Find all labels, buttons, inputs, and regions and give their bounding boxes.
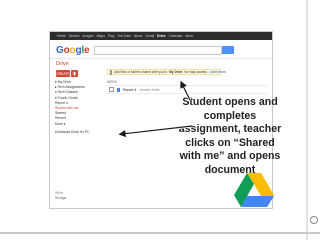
search-input[interactable] — [94, 46, 222, 55]
drive-title: Drive — [56, 61, 69, 67]
file-name[interactable]: Report 4 — [123, 88, 136, 92]
upload-icon — [72, 71, 77, 76]
instruction-callout: Student opens and completes assignment, … — [178, 96, 282, 176]
gbar-item-news[interactable]: News — [134, 34, 142, 38]
banner-text: Add files or folders shared with you to — [114, 70, 168, 74]
file-owner: Jennifer Smith — [139, 87, 160, 92]
gbar-item-images[interactable]: Images — [82, 34, 93, 38]
upload-button[interactable] — [71, 70, 78, 77]
gbar-item-profile[interactable]: +Kaite — [56, 34, 66, 38]
google-drive-logo — [234, 173, 274, 207]
slide-decor-dot — [310, 216, 318, 224]
header-divider — [50, 58, 272, 59]
gbar-item-gmail[interactable]: Gmail — [145, 34, 154, 38]
storage-info: 0% in Storage — [55, 191, 66, 200]
banner-checkbox[interactable] — [110, 69, 112, 75]
gbar-item-drive[interactable]: Drive — [157, 34, 165, 38]
slide-decor-horizontal-line — [0, 232, 320, 234]
file-list: WEEK Report 4 Jennifer Smith — [107, 79, 267, 94]
create-button[interactable]: CREATE — [56, 70, 70, 77]
search-button[interactable] — [222, 46, 234, 54]
download-drive-link[interactable]: Download Drive for PC — [55, 130, 99, 135]
file-row[interactable]: Report 4 Jennifer Smith — [107, 85, 267, 94]
gbar-item-youtube[interactable]: YouTube — [118, 34, 131, 38]
shared-items-banner: Add files or folders shared with you to … — [107, 69, 226, 75]
document-icon — [117, 87, 120, 92]
gbar-item-calendar[interactable]: Calendar — [169, 34, 183, 38]
gbar-item-play[interactable]: Play — [108, 34, 115, 38]
storage-label: Storage — [55, 195, 67, 200]
drive-sidebar: ▾ My Drive ▸ Tech Assignments ▾ Tech Cla… — [55, 80, 99, 135]
sidebar-item-more[interactable]: More ▾ — [55, 122, 99, 127]
slide-decor-vertical-line — [306, 0, 308, 240]
banner-rest: for easy access. — [184, 70, 208, 74]
row-checkbox[interactable] — [109, 87, 114, 92]
google-bar: +Kaite Search Images Maps Play YouTube N… — [50, 32, 272, 40]
banner-learn-more-link[interactable]: Learn more — [209, 70, 225, 74]
google-logo[interactable]: Google — [56, 45, 90, 56]
banner-strong: My Drive — [169, 70, 183, 74]
gbar-item-search[interactable]: Search — [69, 34, 80, 38]
gbar-item-maps[interactable]: Maps — [97, 34, 105, 38]
gbar-item-more[interactable]: More — [185, 34, 193, 38]
